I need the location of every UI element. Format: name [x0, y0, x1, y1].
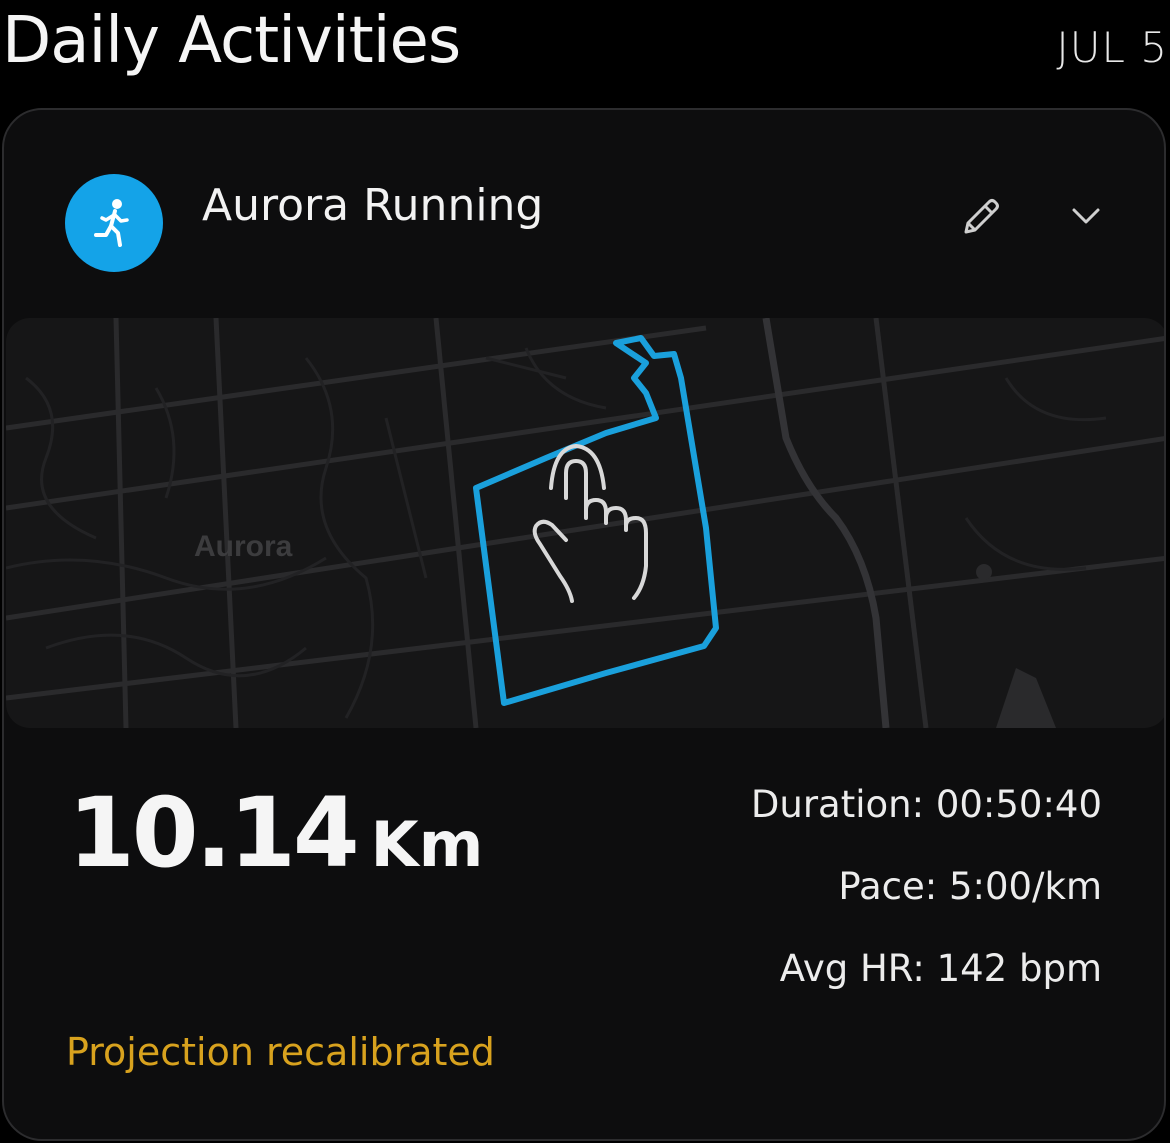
date-label: JUL 5	[1056, 23, 1168, 72]
map-place-label: Aurora	[194, 530, 293, 563]
activity-card[interactable]: Aurora Running Aurora 10.14 Km Duration:…	[2, 108, 1166, 1141]
activity-title: Aurora Running	[202, 180, 544, 231]
distance-value: 10.14	[68, 777, 360, 889]
page-title: Daily Activities	[2, 4, 461, 78]
pencil-icon	[964, 199, 999, 234]
avg-hr-stat: Avg HR: 142 bpm	[779, 947, 1102, 990]
edit-button[interactable]	[952, 188, 1010, 246]
duration-stat: Duration: 00:50:40	[750, 783, 1102, 826]
chevron-down-icon	[1072, 208, 1100, 224]
distance-unit: Km	[370, 808, 484, 881]
status-message: Projection recalibrated	[66, 1030, 495, 1074]
running-person-icon	[65, 174, 163, 272]
distance-readout: 10.14 Km	[68, 778, 483, 888]
route-map[interactable]: Aurora	[6, 318, 1164, 728]
map-streets	[6, 318, 1164, 728]
pace-stat: Pace: 5:00/km	[838, 865, 1102, 908]
route-path	[473, 335, 719, 706]
expand-button[interactable]	[1062, 192, 1110, 240]
